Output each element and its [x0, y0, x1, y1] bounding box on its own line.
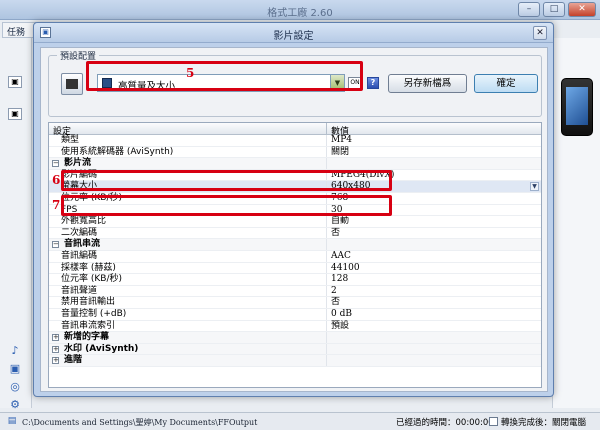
property-row[interactable]: 音訊聲道 2	[49, 285, 541, 298]
property-name: 使用系統解碼器 (AviSynth)	[61, 146, 174, 157]
disc-icon[interactable]: ◎	[8, 380, 22, 394]
after-done-label: 轉換完成後：關閉電腦	[501, 418, 587, 428]
window-controls: – □ ✕	[518, 2, 596, 17]
expand-icon[interactable]: +	[52, 334, 59, 342]
category-row[interactable]: + 新增的字幕	[49, 332, 541, 344]
output-path: C:\Documents and Settings\聖婷\My Document…	[22, 418, 258, 427]
tab-tasks[interactable]: 任務	[2, 22, 36, 38]
folder-icon[interactable]: ▤	[6, 415, 18, 427]
close-button[interactable]: ✕	[568, 2, 596, 17]
property-value[interactable]: 關閉	[331, 147, 349, 158]
expand-icon[interactable]: +	[52, 357, 59, 365]
property-value[interactable]: 自動	[331, 216, 349, 227]
property-name: 影片流	[64, 158, 92, 169]
property-row[interactable]: 音訊串流索引 預設	[49, 320, 541, 333]
annotation-box-fps	[61, 195, 392, 216]
annotation-number: 6	[52, 173, 61, 187]
annotation-box-preset	[86, 61, 363, 91]
property-value[interactable]: 44100	[331, 263, 360, 274]
property-name: 類型	[61, 135, 80, 145]
shutdown-checkbox[interactable]	[489, 417, 498, 426]
property-value[interactable]: 128	[331, 274, 348, 285]
dialog-body: 預設配置 高質量及大小 ▼ ON ? 另存新檔爲 確定 設定 數值 類型 MP4 使…	[40, 47, 548, 392]
category-row[interactable]: − 音訊串流	[49, 239, 541, 251]
property-name: 外觀寬高比	[61, 216, 107, 227]
property-row[interactable]: 禁用音訊輸出 否	[49, 297, 541, 309]
property-row[interactable]: 類型 MP4	[49, 135, 541, 147]
dialog-titlebar: ▣ 影片設定 ✕	[34, 23, 553, 43]
property-name: 禁用音訊輸出	[61, 297, 116, 308]
property-row[interactable]: 音量控制 (+dB) 0 dB	[49, 309, 541, 321]
property-row[interactable]: 使用系統解碼器 (AviSynth) 關閉	[49, 146, 541, 159]
property-value[interactable]: 否	[331, 228, 340, 239]
ok-button[interactable]: 確定	[474, 74, 538, 93]
property-name: 音訊串流	[64, 239, 101, 250]
property-row[interactable]: 二次編碼 否	[49, 227, 541, 240]
annotation-box-screen-size	[61, 170, 392, 191]
grid-header: 設定 數值	[49, 123, 541, 137]
collapse-icon[interactable]: −	[52, 241, 59, 249]
property-name: 新增的字幕	[64, 332, 110, 343]
category-row[interactable]: + 進階	[49, 355, 541, 367]
property-value[interactable]: 否	[331, 297, 340, 308]
tools-icon[interactable]: ⚙	[8, 398, 22, 412]
category-row[interactable]: − 影片流	[49, 158, 541, 170]
statusbar: ▤ C:\Documents and Settings\聖婷\My Docume…	[0, 412, 600, 430]
property-row[interactable]: 音訊編碼 AAC	[49, 251, 541, 263]
elapsed-time: 已經過的時間：00:00:00	[396, 418, 494, 428]
image-icon[interactable]: ▣	[8, 362, 22, 376]
property-name: 水印 (AviSynth)	[64, 343, 139, 354]
chevron-down-icon[interactable]: ▼	[530, 182, 539, 192]
left-panel-button[interactable]: ▣	[8, 108, 22, 120]
main-titlebar: 格式工廠 2.60 – □ ✕	[0, 0, 600, 20]
expand-icon[interactable]: +	[52, 345, 59, 353]
main-window-title: 格式工廠 2.60	[267, 8, 333, 19]
dialog-close-button[interactable]: ✕	[533, 26, 547, 40]
annotation-number: 7	[52, 198, 61, 212]
help-button[interactable]: ?	[367, 77, 379, 89]
property-row[interactable]: 位元率 (KB/秒) 128	[49, 274, 541, 286]
property-name: 音量控制 (+dB)	[61, 309, 127, 319]
category-row[interactable]: + 水印 (AviSynth)	[49, 343, 541, 356]
device-phone-icon	[561, 78, 593, 136]
collapse-icon[interactable]: −	[52, 160, 59, 168]
property-row[interactable]: 採樣率 (赫茲) 44100	[49, 262, 541, 275]
phone-screen	[566, 87, 588, 125]
property-name: 二次編碼	[61, 227, 98, 238]
minimize-button[interactable]: –	[518, 2, 540, 17]
property-name: 進階	[64, 355, 83, 366]
property-name: 位元率 (KB/秒)	[61, 274, 122, 285]
left-panel: ▣ ▣ ♪ ▣ ◎ ⚙	[0, 38, 32, 411]
property-name: 採樣率 (赫茲)	[61, 262, 116, 273]
property-name: 音訊串流索引	[61, 320, 116, 331]
music-note-icon[interactable]: ♪	[8, 344, 22, 358]
annotation-number: 5	[186, 66, 195, 80]
mp4-format-icon	[61, 73, 83, 95]
right-panel	[552, 38, 600, 408]
property-name: 音訊聲道	[61, 285, 98, 296]
property-value[interactable]: 2	[331, 286, 337, 297]
save-as-button[interactable]: 另存新檔爲	[388, 74, 467, 93]
property-row[interactable]: 外觀寬高比 自動	[49, 216, 541, 228]
dialog-title: 影片設定	[273, 31, 314, 42]
left-panel-button[interactable]: ▣	[8, 76, 22, 88]
property-value[interactable]: MP4	[331, 135, 352, 146]
property-value[interactable]: 0 dB	[331, 309, 352, 320]
property-value[interactable]: 預設	[331, 321, 349, 332]
property-grid: 設定 數值 類型 MP4 使用系統解碼器 (AviSynth) 關閉 − 影片流 影片編碼 M…	[48, 122, 542, 388]
property-name: 音訊編碼	[61, 251, 98, 261]
property-value[interactable]: AAC	[331, 251, 351, 262]
maximize-button[interactable]: □	[543, 2, 565, 17]
